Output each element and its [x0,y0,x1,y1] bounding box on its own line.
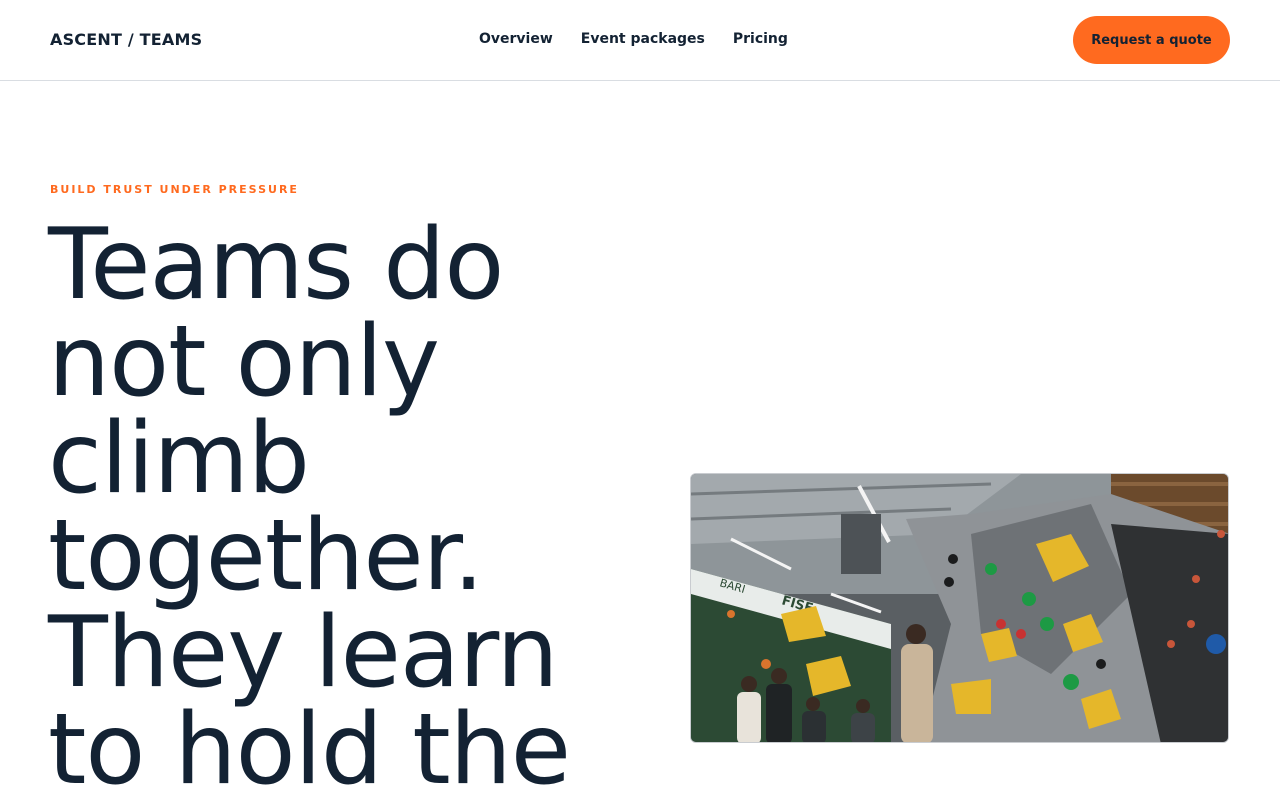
nav-pricing-link[interactable]: Pricing [733,31,788,47]
top-navigation-bar: ASCENT / TEAMS Overview Event packages P… [0,0,1280,81]
climbing-gym-photo: BARI FISE [690,473,1229,743]
brand-logo-text[interactable]: ASCENT / TEAMS [50,30,202,49]
main-nav: Overview Event packages Pricing [479,31,788,47]
nav-event-packages-link[interactable]: Event packages [581,31,705,47]
nav-overview-link[interactable]: Overview [479,31,553,47]
hero-eyebrow: BUILD TRUST UNDER PRESSURE [50,183,299,196]
hero-headline: Teams do not only climb together. They l… [48,208,571,807]
request-quote-button[interactable]: Request a quote [1073,16,1230,64]
